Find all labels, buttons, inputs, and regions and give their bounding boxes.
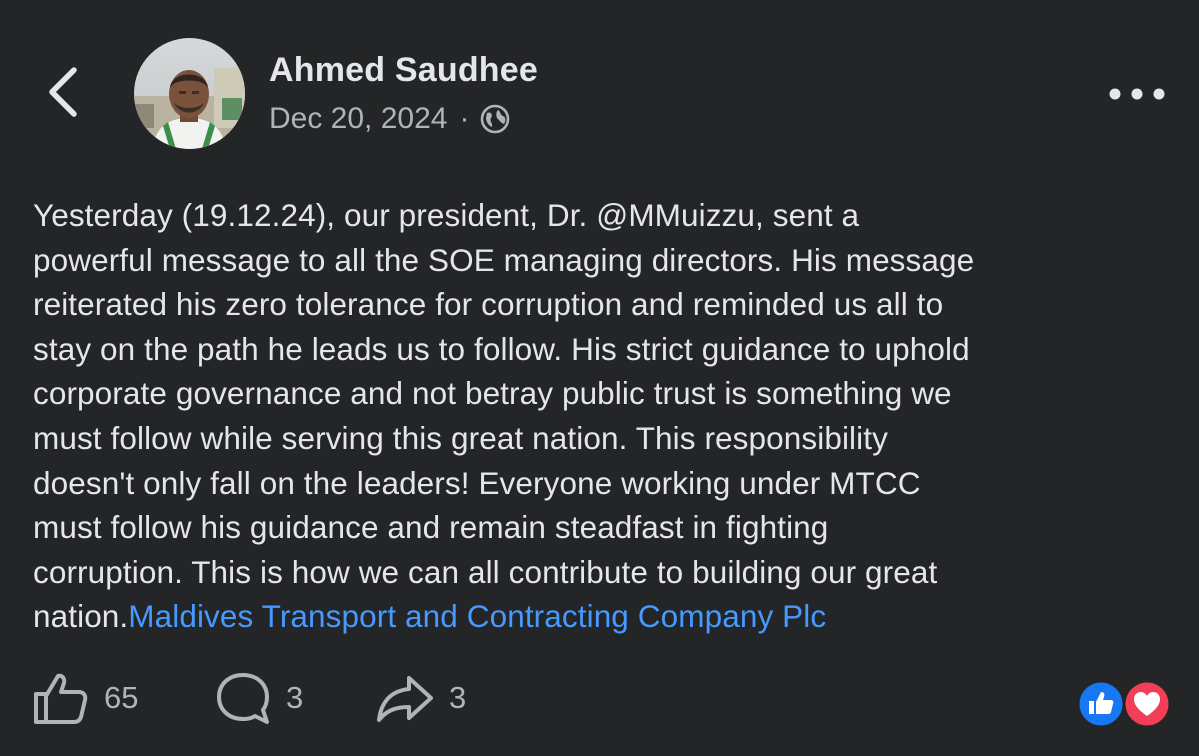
post-date[interactable]: Dec 20, 2024	[269, 102, 447, 136]
tagged-page-link[interactable]: Maldives Transport and Contracting Compa…	[128, 598, 826, 634]
comment-icon	[217, 673, 269, 724]
more-horizontal-icon	[1109, 88, 1165, 100]
back-button[interactable]	[40, 62, 90, 122]
post-meta: Dec 20, 2024 ·	[269, 99, 511, 139]
post-text-line: corporate governance and not betray publ…	[33, 375, 952, 412]
post-text-line: must follow his guidance and remain stea…	[33, 509, 829, 546]
post-text-line: reiterated his zero tolerance for corrup…	[33, 286, 944, 323]
more-options-button[interactable]	[1104, 78, 1170, 110]
like-button[interactable]: 65	[30, 668, 138, 728]
post-text-line-last: nation.Maldives Transport and Contractin…	[33, 594, 1183, 639]
like-reaction-icon	[1076, 679, 1126, 729]
avatar[interactable]	[134, 38, 245, 149]
comment-count: 3	[286, 680, 304, 715]
post-text-end: nation.	[33, 598, 129, 635]
comment-button[interactable]: 3	[214, 668, 303, 728]
post-text-line: Yesterday (19.12.24), our president, Dr.…	[33, 197, 860, 233]
meta-separator: ·	[459, 102, 470, 135]
globe-icon	[479, 103, 511, 135]
share-button[interactable]: 3	[375, 668, 466, 728]
thumbs-up-icon	[34, 673, 88, 724]
author-name[interactable]: Ahmed Saudhee	[269, 51, 538, 90]
reactions-summary[interactable]	[1076, 679, 1172, 729]
post-text-line: powerful message to all the SOE managing…	[33, 241, 975, 278]
chevron-left-icon	[49, 67, 77, 117]
post-text-line: stay on the path he leads us to follow. …	[33, 330, 970, 367]
post-text-line: doesn't only fall on the leaders! Everyo…	[33, 464, 921, 501]
share-count: 3	[449, 680, 467, 715]
post-text-line: must follow while serving this great nat…	[33, 419, 888, 456]
post-text-line: corruption. This is how we can all contr…	[33, 553, 938, 590]
like-count: 65	[104, 680, 139, 715]
post-text: Yesterday (19.12.24), our president, Dr.…	[33, 193, 1183, 639]
love-reaction-icon	[1122, 679, 1172, 729]
share-icon	[377, 676, 433, 722]
